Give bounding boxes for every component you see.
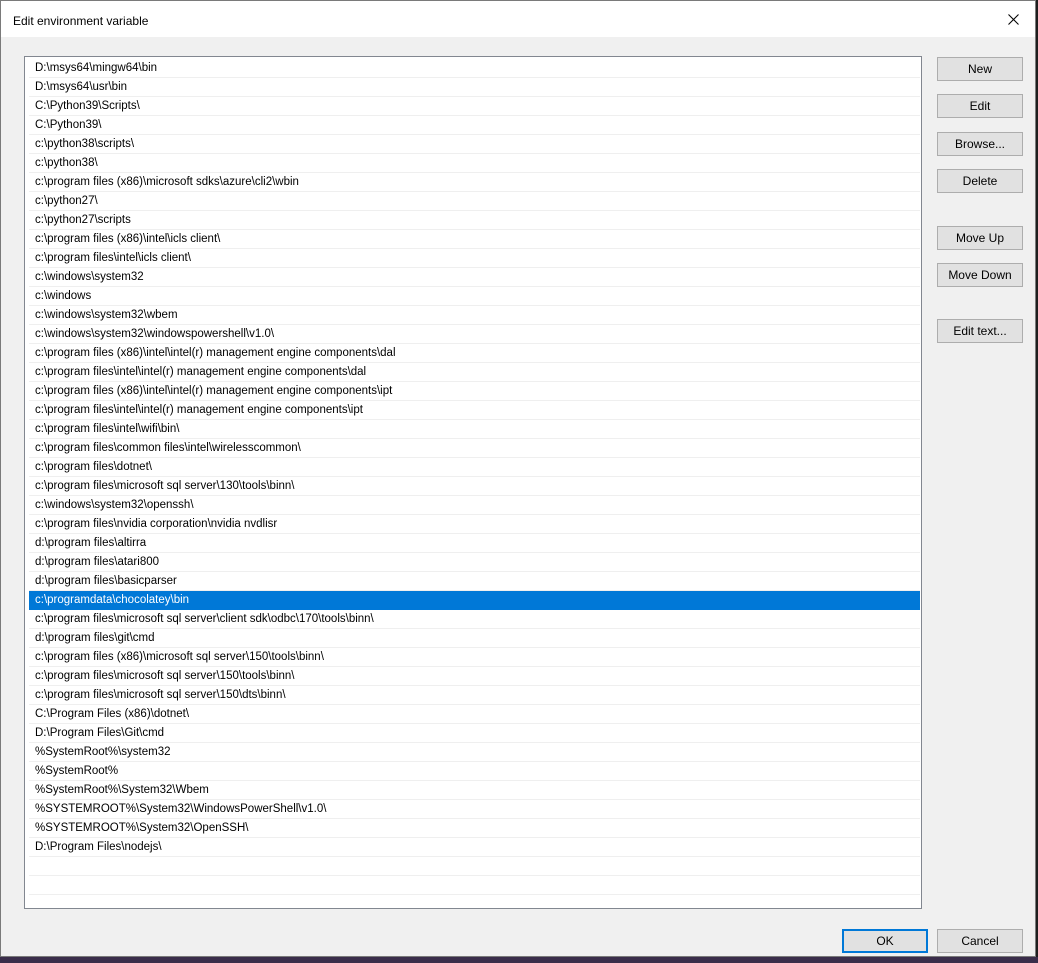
- edit-button[interactable]: Edit: [937, 94, 1023, 118]
- empty-list-row: [29, 857, 920, 876]
- path-list-item[interactable]: c:\program files\intel\intel(r) manageme…: [29, 363, 920, 382]
- empty-list-row: [29, 876, 920, 895]
- path-list-item[interactable]: c:\program files (x86)\microsoft sdks\az…: [29, 173, 920, 192]
- dialog-title: Edit environment variable: [13, 14, 149, 28]
- browse-button[interactable]: Browse...: [937, 132, 1023, 156]
- path-list-item[interactable]: D:\msys64\usr\bin: [29, 78, 920, 97]
- path-list-item[interactable]: c:\program files (x86)\intel\intel(r) ma…: [29, 344, 920, 363]
- path-list-item[interactable]: C:\Python39\: [29, 116, 920, 135]
- path-list-item[interactable]: c:\program files\microsoft sql server\15…: [29, 667, 920, 686]
- path-list[interactable]: D:\msys64\mingw64\bin D:\msys64\usr\bin C:…: [24, 56, 922, 909]
- path-list-item[interactable]: %SystemRoot%\System32\Wbem: [29, 781, 920, 800]
- path-list-item[interactable]: c:\python27\scripts: [29, 211, 920, 230]
- path-list-item[interactable]: c:\program files\microsoft sql server\15…: [29, 686, 920, 705]
- path-list-item[interactable]: d:\program files\basicparser: [29, 572, 920, 591]
- path-list-item[interactable]: c:\windows\system32\openssh\: [29, 496, 920, 515]
- delete-button[interactable]: Delete: [937, 169, 1023, 193]
- path-list-item[interactable]: c:\program files\intel\icls client\: [29, 249, 920, 268]
- path-list-item[interactable]: c:\program files\dotnet\: [29, 458, 920, 477]
- ok-button[interactable]: OK: [842, 929, 928, 953]
- path-list-item[interactable]: %SYSTEMROOT%\System32\OpenSSH\: [29, 819, 920, 838]
- taskbar-edge: [0, 957, 1038, 963]
- path-list-item[interactable]: c:\program files\microsoft sql server\cl…: [29, 610, 920, 629]
- path-list-item[interactable]: c:\program files (x86)\microsoft sql ser…: [29, 648, 920, 667]
- path-list-item[interactable]: c:\program files (x86)\intel\icls client…: [29, 230, 920, 249]
- path-list-item[interactable]: c:\windows\system32\windowspowershell\v1…: [29, 325, 920, 344]
- path-list-item[interactable]: c:\python27\: [29, 192, 920, 211]
- path-list-item[interactable]: c:\program files\nvidia corporation\nvid…: [29, 515, 920, 534]
- path-list-item[interactable]: c:\python38\: [29, 154, 920, 173]
- path-list-item[interactable]: D:\Program Files\nodejs\: [29, 838, 920, 857]
- path-list-item[interactable]: D:\Program Files\Git\cmd: [29, 724, 920, 743]
- move-up-button[interactable]: Move Up: [937, 226, 1023, 250]
- close-button[interactable]: [991, 1, 1035, 37]
- path-list-item[interactable]: c:\program files\intel\intel(r) manageme…: [29, 401, 920, 420]
- close-icon: [1007, 13, 1019, 25]
- path-list-item[interactable]: d:\program files\atari800: [29, 553, 920, 572]
- path-list-item[interactable]: C:\Program Files (x86)\dotnet\: [29, 705, 920, 724]
- path-list-item[interactable]: %SystemRoot%\system32: [29, 743, 920, 762]
- path-list-item[interactable]: c:\program files\intel\wifi\bin\: [29, 420, 920, 439]
- cancel-button[interactable]: Cancel: [937, 929, 1023, 953]
- path-list-item[interactable]: c:\windows: [29, 287, 920, 306]
- edit-text-button[interactable]: Edit text...: [937, 319, 1023, 343]
- path-list-item[interactable]: c:\program files\common files\intel\wire…: [29, 439, 920, 458]
- path-list-item[interactable]: d:\program files\git\cmd: [29, 629, 920, 648]
- path-list-item[interactable]: c:\windows\system32\wbem: [29, 306, 920, 325]
- move-down-button[interactable]: Move Down: [937, 263, 1023, 287]
- path-list-item[interactable]: c:\windows\system32: [29, 268, 920, 287]
- path-list-item[interactable]: %SystemRoot%: [29, 762, 920, 781]
- path-list-item[interactable]: c:\program files (x86)\intel\intel(r) ma…: [29, 382, 920, 401]
- new-button[interactable]: New: [937, 57, 1023, 81]
- path-list-item[interactable]: D:\msys64\mingw64\bin: [29, 59, 920, 78]
- path-list-item[interactable]: c:\programdata\chocolatey\bin: [29, 591, 920, 610]
- path-list-item[interactable]: c:\program files\microsoft sql server\13…: [29, 477, 920, 496]
- path-list-item[interactable]: d:\program files\altirra: [29, 534, 920, 553]
- path-list-item[interactable]: C:\Python39\Scripts\: [29, 97, 920, 116]
- path-list-item[interactable]: %SYSTEMROOT%\System32\WindowsPowerShell\…: [29, 800, 920, 819]
- title-bar: Edit environment variable: [1, 1, 1035, 37]
- edit-environment-variable-dialog: Edit environment variable D:\msys64\ming…: [0, 0, 1036, 957]
- path-list-item[interactable]: c:\python38\scripts\: [29, 135, 920, 154]
